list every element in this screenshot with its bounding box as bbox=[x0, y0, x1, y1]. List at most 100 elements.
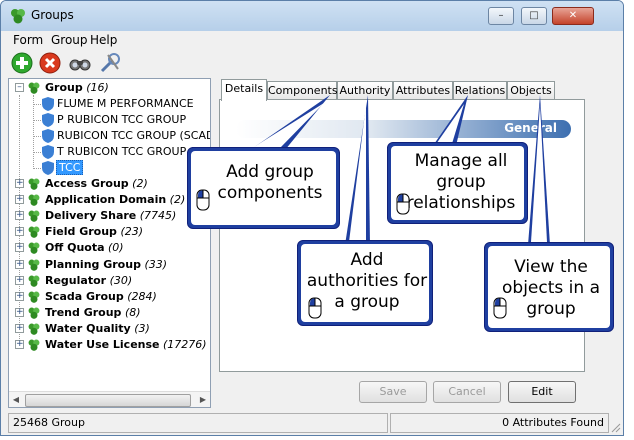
callout-relations: Manage all group relationships bbox=[387, 142, 528, 224]
toolbar bbox=[1, 49, 623, 77]
expand-icon[interactable]: + bbox=[15, 195, 24, 205]
tree-group-label: Application Domain bbox=[45, 193, 167, 207]
expand-icon[interactable]: + bbox=[15, 243, 24, 253]
group-icon bbox=[28, 82, 40, 94]
tree-group-count: (284) bbox=[127, 289, 157, 303]
tree-item[interactable]: T RUBICON TCC GROUP (SCADA) bbox=[9, 144, 210, 160]
tree-group-row[interactable]: + Field Group (23) bbox=[9, 224, 209, 240]
tab-attributes[interactable]: Attributes bbox=[393, 81, 453, 100]
status-attributes-found: 0 Attributes Found bbox=[390, 413, 609, 433]
scroll-thumb[interactable] bbox=[25, 394, 191, 407]
tab-strip: Details Components Authority Attributes … bbox=[219, 79, 589, 101]
tree-group-row[interactable]: + Water Quality (3) bbox=[9, 321, 209, 337]
title-bar: Groups – □ ✕ bbox=[1, 1, 623, 31]
tree-group-label: Field Group bbox=[45, 225, 117, 239]
expand-icon[interactable]: + bbox=[15, 211, 24, 221]
menu-help[interactable]: Help bbox=[90, 33, 117, 47]
group-tree[interactable]: – Group (16) FLUME M PERFORMANCE P RUBIC… bbox=[8, 78, 211, 408]
tree-item-label: FLUME M PERFORMANCE bbox=[57, 97, 194, 110]
shield-icon bbox=[42, 113, 54, 127]
tree-group-row[interactable]: + Regulator (30) bbox=[9, 273, 209, 289]
mouse-icon bbox=[493, 297, 507, 319]
tree-group-label: Scada Group bbox=[45, 289, 124, 303]
expand-icon[interactable]: + bbox=[15, 340, 24, 349]
tree-group-label: Water Quality bbox=[45, 321, 131, 335]
tree-group-count: (7745) bbox=[139, 209, 177, 223]
tree-group-label: Regulator bbox=[45, 273, 107, 287]
shield-icon bbox=[42, 97, 54, 111]
tree-group-row[interactable]: + Delivery Share (7745) bbox=[9, 208, 209, 224]
tree-group-count: (30) bbox=[109, 273, 133, 287]
expand-icon[interactable]: + bbox=[15, 291, 24, 301]
tree-group-row[interactable]: + Off Quota (0) bbox=[9, 240, 209, 256]
shield-icon bbox=[42, 129, 54, 143]
tree-group-row[interactable]: + Planning Group (33) bbox=[9, 257, 209, 273]
minimize-button[interactable]: – bbox=[488, 7, 514, 25]
tree-group-count: (17276) bbox=[163, 338, 207, 351]
tree-group-label: Access Group bbox=[45, 177, 129, 190]
tools-icon[interactable] bbox=[98, 51, 122, 75]
tree-item-selected[interactable]: TCC bbox=[9, 160, 209, 176]
scroll-right-arrow[interactable]: ▶ bbox=[196, 392, 210, 407]
edit-button[interactable]: Edit bbox=[508, 381, 576, 403]
menu-group[interactable]: Group bbox=[51, 33, 88, 47]
tree-group-count: (0) bbox=[108, 241, 124, 255]
tree-item[interactable]: FLUME M PERFORMANCE bbox=[9, 96, 209, 112]
general-section-title: General bbox=[504, 121, 557, 135]
mouse-icon bbox=[196, 189, 210, 211]
tree-item[interactable]: RUBICON TCC GROUP (SCADA) bbox=[9, 128, 211, 144]
tab-authority[interactable]: Authority bbox=[337, 81, 393, 100]
cancel-button[interactable]: Cancel bbox=[433, 381, 501, 403]
tree-group-count: (3) bbox=[134, 321, 150, 335]
callout-relations-text: Manage all group relationships bbox=[406, 151, 516, 213]
group-icon bbox=[28, 242, 40, 255]
tree-root-label: Group bbox=[45, 81, 83, 94]
menu-form[interactable]: Form bbox=[13, 33, 43, 47]
tree-item-label: P RUBICON TCC GROUP bbox=[57, 113, 187, 126]
group-icon bbox=[28, 275, 40, 287]
tab-details[interactable]: Details bbox=[221, 79, 267, 101]
collapse-icon[interactable]: – bbox=[15, 83, 24, 92]
horizontal-scrollbar[interactable]: ◀ ▶ bbox=[9, 391, 210, 407]
expand-icon[interactable]: + bbox=[15, 323, 24, 333]
expand-icon[interactable]: + bbox=[15, 275, 24, 285]
tree-root-group[interactable]: – Group (16) bbox=[9, 80, 209, 96]
callout-components: Add group components bbox=[187, 147, 340, 229]
resize-grip-icon[interactable] bbox=[609, 421, 621, 433]
tree-item[interactable]: P RUBICON TCC GROUP bbox=[9, 112, 209, 128]
group-icon bbox=[28, 259, 40, 271]
group-icon bbox=[28, 307, 40, 319]
tree-group-row[interactable]: + Application Domain (2) bbox=[9, 192, 209, 208]
delete-icon[interactable] bbox=[38, 51, 62, 75]
group-icon bbox=[28, 226, 40, 239]
tree-group-row[interactable]: + Water Use License (17276) bbox=[9, 337, 209, 353]
shield-icon bbox=[42, 161, 54, 175]
tree-group-label: Delivery Share bbox=[45, 209, 137, 223]
expand-icon[interactable]: + bbox=[15, 227, 24, 237]
tree-group-row[interactable]: + Scada Group (284) bbox=[9, 289, 209, 305]
find-icon[interactable] bbox=[68, 51, 92, 75]
maximize-button[interactable]: □ bbox=[521, 7, 547, 25]
expand-icon[interactable]: + bbox=[15, 179, 24, 188]
tree-group-row[interactable]: + Access Group (2) bbox=[9, 176, 209, 192]
tree-item-label: RUBICON TCC GROUP (SCADA) bbox=[57, 129, 211, 142]
group-icon bbox=[28, 291, 40, 303]
tab-components[interactable]: Components bbox=[267, 81, 338, 100]
window-title: Groups bbox=[31, 8, 74, 22]
tab-relations[interactable]: Relations bbox=[453, 81, 507, 100]
expand-icon[interactable]: + bbox=[15, 259, 24, 269]
tree-item-label: TCC bbox=[56, 160, 84, 175]
scroll-left-arrow[interactable]: ◀ bbox=[9, 392, 23, 407]
expand-icon[interactable]: + bbox=[15, 307, 24, 317]
callout-objects: View the objects in a group bbox=[484, 242, 614, 332]
tree-group-label: Planning Group bbox=[45, 257, 141, 271]
add-icon[interactable] bbox=[10, 51, 34, 75]
close-button[interactable]: ✕ bbox=[552, 7, 594, 25]
save-button[interactable]: Save bbox=[359, 381, 427, 403]
tree-group-label: Off Quota bbox=[45, 241, 105, 255]
tree-group-label: Water Use License bbox=[45, 338, 160, 351]
group-icon bbox=[28, 210, 40, 223]
tree-group-row[interactable]: + Trend Group (8) bbox=[9, 305, 209, 321]
group-icon bbox=[28, 323, 40, 335]
tab-objects[interactable]: Objects bbox=[507, 81, 555, 100]
